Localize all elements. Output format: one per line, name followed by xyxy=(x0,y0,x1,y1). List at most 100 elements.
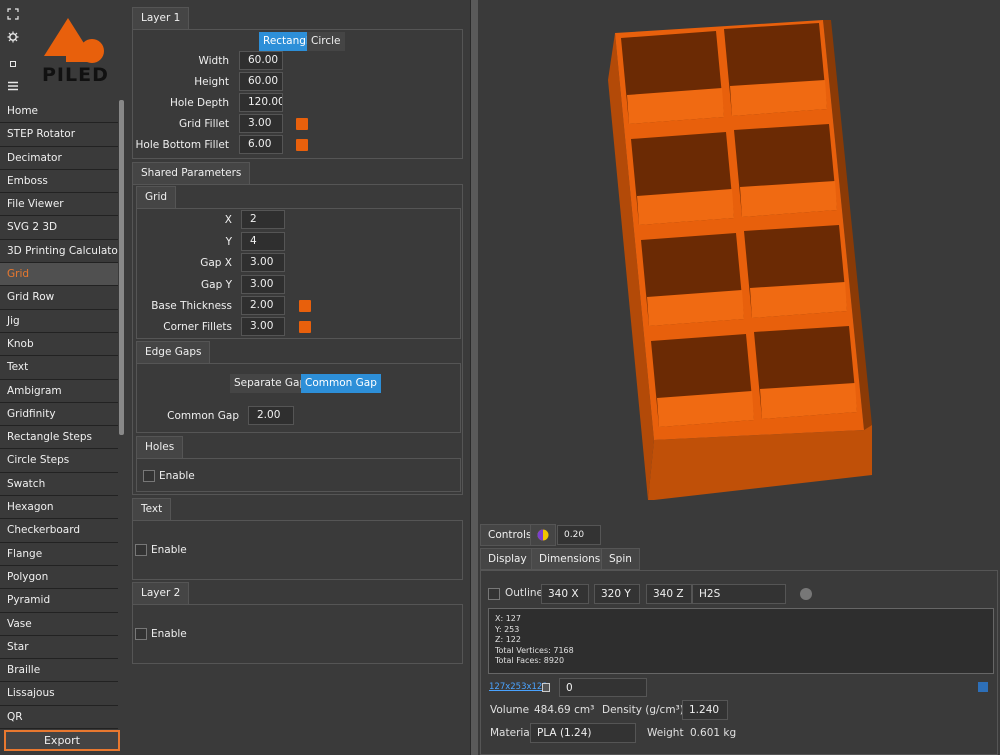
sidebar-item-knob[interactable]: Knob xyxy=(0,332,118,357)
material-label: Material xyxy=(490,727,533,739)
sidebar-item-svg-2-3d[interactable]: SVG 2 3D xyxy=(0,216,118,240)
tool-menu: Home STEP Rotator Decimator Emboss File View… xyxy=(0,100,118,730)
grid-y-input[interactable]: 4 xyxy=(241,232,285,251)
grid-fillet-color-swatch[interactable] xyxy=(296,118,308,130)
corner-fillets-input[interactable]: 3.00 xyxy=(241,317,285,336)
gear-icon[interactable] xyxy=(6,31,20,45)
density-input[interactable]: 1.240 xyxy=(682,700,728,720)
sidebar-item-home[interactable]: Home xyxy=(0,100,118,124)
sidebar-item-grid-row[interactable]: Grid Row xyxy=(0,286,118,310)
hole-bottom-fillet-color-swatch[interactable] xyxy=(296,139,308,151)
common-gap-input[interactable]: 2.00 xyxy=(248,406,294,425)
sidebar-item-flange[interactable]: Flange xyxy=(0,542,118,566)
sidebar-item-emboss[interactable]: Emboss xyxy=(0,169,118,194)
lighting-icon[interactable] xyxy=(530,524,556,546)
sidebar-item-vase[interactable]: Vase xyxy=(0,612,118,636)
parameters-panel: Layer 1 Rectangle Circle Width 60.00 Hei… xyxy=(128,0,470,755)
sidebar-item-rectangle-steps[interactable]: Rectangle Steps xyxy=(0,426,118,450)
hole-depth-label: Hole Depth xyxy=(169,97,229,109)
3d-viewport[interactable] xyxy=(478,0,1000,520)
outline-checkbox[interactable] xyxy=(488,588,500,600)
base-thickness-input[interactable]: 2.00 xyxy=(241,296,285,315)
copy-icon[interactable] xyxy=(542,683,550,692)
tab-text[interactable]: Text xyxy=(132,498,172,520)
export-button[interactable]: Export xyxy=(4,730,120,751)
sidebar-item-text[interactable]: Text xyxy=(0,356,118,380)
piled-logo: PILED xyxy=(40,14,112,88)
sidebar-item-star[interactable]: Star xyxy=(0,635,118,660)
sidebar-item-checkerboard[interactable]: Checkerboard xyxy=(0,519,118,543)
tab-layer-2[interactable]: Layer 2 xyxy=(132,582,190,604)
base-thickness-color-swatch[interactable] xyxy=(299,300,311,312)
common-gap-label: Common Gap xyxy=(167,410,239,422)
z-dimension-input[interactable]: 340 Z xyxy=(646,584,692,604)
hamburger-menu-icon[interactable] xyxy=(6,80,20,94)
gap-y-input[interactable]: 3.00 xyxy=(241,275,285,294)
tab-spin[interactable]: Spin xyxy=(601,548,640,570)
sidebar-item-jig[interactable]: Jig xyxy=(0,309,118,333)
tab-dimensions[interactable]: Dimensions xyxy=(531,548,609,570)
sidebar-item-hexagon[interactable]: Hexagon xyxy=(0,496,118,520)
hole-depth-input[interactable]: 120.00 xyxy=(239,93,283,112)
sidebar-item-polygon[interactable]: Polygon xyxy=(0,565,118,590)
sidebar-item-step-rotator[interactable]: STEP Rotator xyxy=(0,123,118,147)
corner-resize-icon[interactable] xyxy=(978,682,988,692)
common-gap-button[interactable]: Common Gap xyxy=(301,374,381,393)
dimensions-extra-input[interactable]: 0 xyxy=(559,678,647,697)
sidebar-item-braille[interactable]: Braille xyxy=(0,659,118,683)
hole-bottom-fillet-input[interactable]: 6.00 xyxy=(239,135,283,154)
width-input[interactable]: 60.00 xyxy=(239,51,283,70)
height-input[interactable]: 60.00 xyxy=(239,72,283,91)
dimensions-link[interactable]: 127x253x122 xyxy=(489,682,548,692)
status-indicator[interactable] xyxy=(800,588,812,600)
weight-value: 0.601 kg xyxy=(690,727,737,739)
layer-2-enable-checkbox[interactable] xyxy=(135,628,147,640)
sidebar-scrollbar[interactable] xyxy=(119,100,124,435)
shape-circle-button[interactable]: Circle xyxy=(307,32,345,51)
volume-label: Volume xyxy=(490,704,530,716)
grid-x-input[interactable]: 2 xyxy=(241,210,285,229)
sidebar-item-file-viewer[interactable]: File Viewer xyxy=(0,193,118,217)
text-enable-checkbox[interactable] xyxy=(135,544,147,556)
gap-x-input[interactable]: 3.00 xyxy=(241,253,285,272)
info-faces: Total Faces: 8920 xyxy=(495,656,565,665)
bottom-controls-panel: Controls 0.20 Display Dimensions Spin Ou… xyxy=(478,520,1000,755)
sidebar-item-decimator[interactable]: Decimator xyxy=(0,146,118,170)
tab-layer-1[interactable]: Layer 1 xyxy=(132,7,190,29)
tab-grid[interactable]: Grid xyxy=(136,186,177,208)
sidebar-item-lissajous[interactable]: Lissajous xyxy=(0,682,118,706)
layer-2-enable-label: Enable xyxy=(151,628,187,640)
tab-shared-parameters[interactable]: Shared Parameters xyxy=(132,162,251,184)
sidebar-item-swatch[interactable]: Swatch xyxy=(0,472,118,497)
material-select[interactable]: PLA (1.24) xyxy=(530,723,636,743)
grid-fillet-input[interactable]: 3.00 xyxy=(239,114,283,133)
sidebar-item-ambigram[interactable]: Ambigram xyxy=(0,379,118,403)
height-label: Height xyxy=(194,76,229,88)
sidebar-item-circle-steps[interactable]: Circle Steps xyxy=(0,449,118,473)
tab-holes[interactable]: Holes xyxy=(136,436,184,458)
gap-x-label: Gap X xyxy=(200,257,232,269)
small-square-icon[interactable] xyxy=(6,58,20,72)
tab-display[interactable]: Display xyxy=(480,548,535,570)
x-dimension-input[interactable]: 340 X xyxy=(541,584,589,604)
gap-y-label: Gap Y xyxy=(201,279,232,291)
sidebar: PILED Home STEP Rotator Decimator Emboss Fil… xyxy=(0,0,127,755)
grid-fillet-label: Grid Fillet xyxy=(179,118,229,130)
sidebar-item-gridfinity[interactable]: Gridfinity xyxy=(0,402,118,427)
info-z: Z: 122 xyxy=(495,635,521,644)
base-thickness-label: Base Thickness xyxy=(151,300,232,312)
volume-value: 484.69 cm³ xyxy=(534,704,595,716)
info-x: X: 127 xyxy=(495,614,521,623)
sidebar-item-3d-printing-calculator[interactable]: 3D Printing Calculator xyxy=(0,239,118,264)
panel-splitter[interactable] xyxy=(470,0,478,755)
sidebar-item-grid[interactable]: Grid xyxy=(0,263,118,287)
lighting-input[interactable]: 0.20 xyxy=(557,525,601,545)
view-input[interactable]: H2S xyxy=(692,584,786,604)
holes-enable-checkbox[interactable] xyxy=(143,470,155,482)
tab-edge-gaps[interactable]: Edge Gaps xyxy=(136,341,211,363)
sidebar-item-qr[interactable]: QR xyxy=(0,705,118,730)
corner-fillets-color-swatch[interactable] xyxy=(299,321,311,333)
sidebar-item-pyramid[interactable]: Pyramid xyxy=(0,589,118,613)
y-dimension-input[interactable]: 320 Y xyxy=(594,584,640,604)
expand-icon[interactable] xyxy=(6,8,20,22)
